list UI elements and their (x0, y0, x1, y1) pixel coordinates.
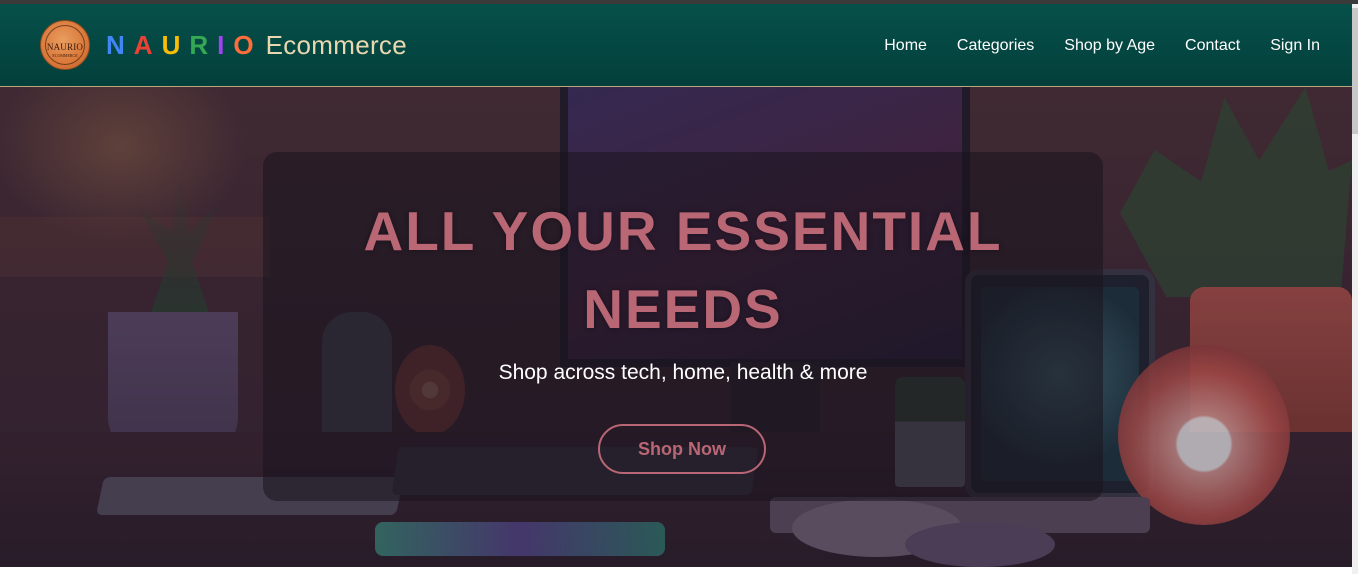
nav-home-link[interactable]: Home (884, 37, 927, 55)
hero-title-line1: ALL YOUR ESSENTIAL (363, 200, 1003, 262)
naurio-logo-icon[interactable]: NAURIO ECOMMERCE (40, 20, 90, 70)
main-nav: Home Categories Shop by Age Contact Sign… (854, 37, 1320, 55)
hero-section: ALL YOUR ESSENTIAL NEEDS Shop across tec… (0, 87, 1352, 567)
brand-name[interactable]: N A U R I O Ecommerce (106, 30, 407, 60)
nav-sign-in-link[interactable]: Sign In (1270, 37, 1320, 55)
brand-letter-i: I (217, 29, 225, 60)
logo-subtext: ECOMMERCE (52, 53, 78, 58)
nav-shop-by-age-link[interactable]: Shop by Age (1064, 37, 1155, 55)
page-scrollbar[interactable] (1352, 4, 1358, 574)
nav-contact-link[interactable]: Contact (1185, 37, 1240, 55)
brand-letter-r: R (189, 29, 209, 60)
brand-letter-o: O (233, 29, 254, 60)
hero-subtitle: Shop across tech, home, health & more (498, 361, 868, 384)
navbar: NAURIO ECOMMERCE N A U R I O Ecommerce H… (0, 4, 1352, 87)
hero-title-line2: NEEDS (583, 278, 783, 340)
nav-categories-link[interactable]: Categories (957, 37, 1034, 55)
brand-suffix: Ecommerce (265, 29, 407, 60)
logo-text: NAURIO (46, 42, 84, 52)
hero-title: ALL YOUR ESSENTIAL NEEDS (263, 192, 1103, 348)
brand-letter-a: A (133, 29, 153, 60)
brand-letter-u: U (161, 29, 181, 60)
scrollbar-thumb[interactable] (1352, 8, 1358, 134)
page-content-edge (0, 567, 1352, 574)
brand-letter-n: N (106, 29, 125, 60)
shop-now-button[interactable]: Shop Now (598, 424, 766, 474)
